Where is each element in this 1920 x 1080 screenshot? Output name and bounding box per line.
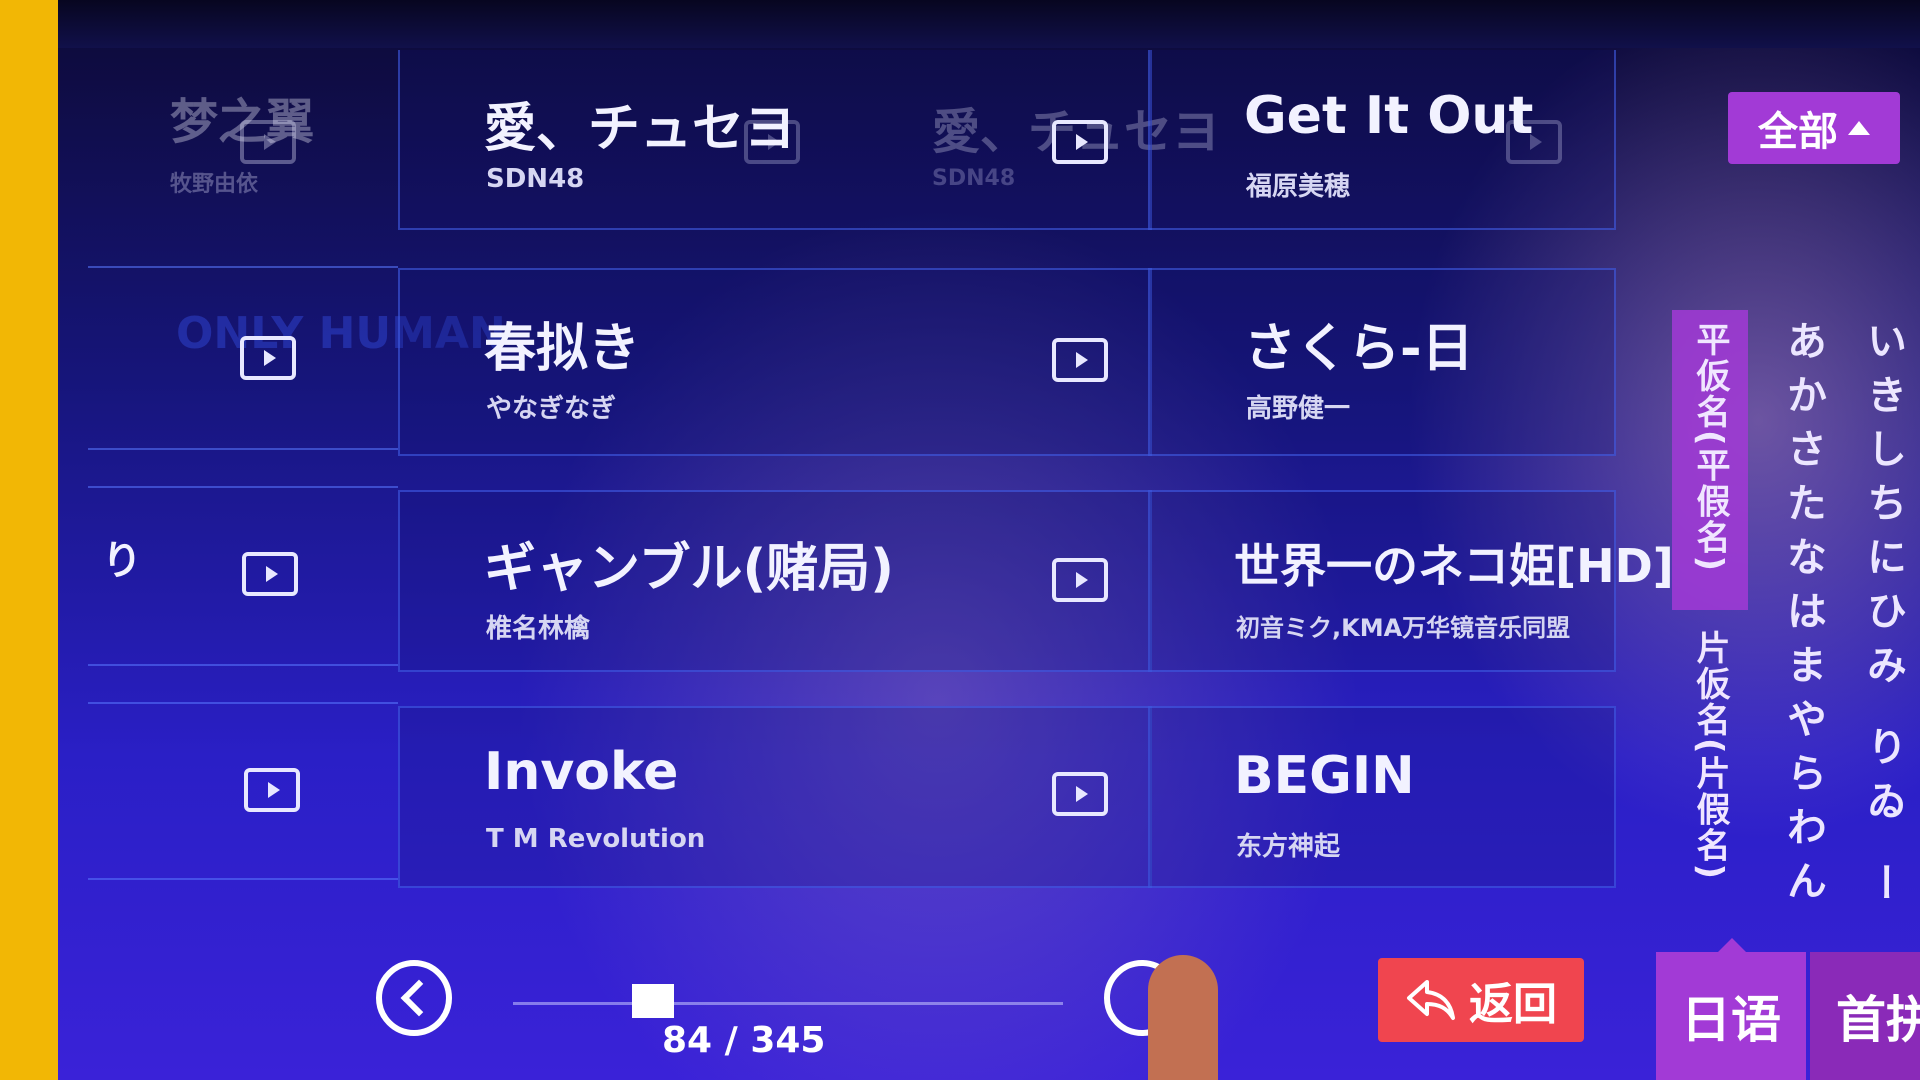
song-artist: 福原美穂 [1246, 172, 1351, 202]
edge-partial-title: り [102, 538, 142, 584]
all-filter-button[interactable]: 全部 [1728, 92, 1900, 164]
song-card[interactable]: さくら-日 高野健一 [1148, 268, 1616, 456]
song-artist: SDN48 [486, 164, 585, 194]
page-slider-thumb[interactable] [632, 984, 674, 1018]
ghost-song-artist: 牧野由依 [170, 172, 259, 197]
song-title: さくら-日 [1244, 319, 1474, 379]
row-divider [88, 664, 398, 666]
song-title: Invoke [484, 742, 679, 802]
song-artist: 初音ミク,KMA万华镜音乐同盟 [1236, 614, 1571, 642]
caret-up-icon [1848, 121, 1870, 135]
ktv-song-list-screen: 梦之翼 牧野由依 ONLY HUMAN り 愛、チュセヨ SDN48 愛、チュセ… [58, 0, 1920, 1080]
play-icon[interactable] [244, 768, 300, 812]
row-divider [88, 702, 398, 704]
kana-column-i[interactable]: いきしちにひみ りゐ ー [1854, 320, 1912, 916]
song-title: BEGIN [1234, 746, 1415, 806]
page-indicator: 84 / 345 [662, 1020, 826, 1061]
play-icon[interactable] [240, 120, 296, 164]
hiragana-tab[interactable]: 平仮名(平假名) [1686, 322, 1735, 573]
play-icon[interactable] [1052, 338, 1108, 382]
song-card[interactable]: 愛、チュセヨ SDN48 [398, 50, 1152, 230]
katakana-tab[interactable]: 片仮名(片假名) [1686, 630, 1735, 881]
song-title: 世界一のネコ姫[HD] [1234, 539, 1674, 593]
play-icon[interactable] [1052, 120, 1108, 164]
play-icon[interactable] [242, 552, 298, 596]
song-title: 愛、チュセヨ [484, 99, 797, 159]
row-divider [88, 448, 398, 450]
song-artist: 高野健一 [1246, 394, 1351, 424]
song-artist: 东方神起 [1236, 832, 1341, 862]
song-title: Get It Out [1244, 86, 1534, 146]
row-divider [88, 878, 398, 880]
kana-column-a[interactable]: あかさたなはまやらわん [1774, 320, 1832, 914]
song-artist: T M Revolution [486, 824, 706, 854]
row-divider [88, 266, 398, 268]
song-card[interactable]: Get It Out 福原美穂 [1148, 50, 1616, 230]
play-icon[interactable] [1052, 772, 1108, 816]
play-icon[interactable] [240, 336, 296, 380]
song-card[interactable]: ギャンブル(赌局) 椎名林檎 [398, 490, 1152, 672]
song-card[interactable]: BEGIN 东方神起 [1148, 706, 1616, 888]
previous-page-button[interactable] [376, 960, 452, 1036]
song-card[interactable]: Invoke T M Revolution [398, 706, 1152, 888]
back-button[interactable]: 返回 [1378, 958, 1584, 1042]
page-slider-track[interactable] [513, 1002, 1063, 1005]
finger-occlusion [1148, 955, 1218, 1080]
tab-first-pinyin[interactable]: 首拼 [1810, 952, 1920, 1080]
play-icon[interactable] [1052, 558, 1108, 602]
row-divider [88, 486, 398, 488]
back-label: 返回 [1469, 979, 1557, 1030]
song-artist: やなぎなぎ [486, 394, 617, 424]
back-arrow-icon [1407, 980, 1455, 1020]
song-title: 春拟き [484, 319, 641, 379]
tab-japanese[interactable]: 日语 [1656, 938, 1806, 1080]
song-title: ギャンブル(赌局) [484, 539, 894, 599]
song-card[interactable]: 春拟き やなぎなぎ [398, 268, 1152, 456]
all-filter-label: 全部 [1758, 109, 1838, 155]
song-card[interactable]: 世界一のネコ姫[HD] 初音ミク,KMA万华镜音乐同盟 [1148, 490, 1674, 672]
song-artist: 椎名林檎 [486, 614, 591, 644]
top-category-bar [58, 0, 1920, 48]
